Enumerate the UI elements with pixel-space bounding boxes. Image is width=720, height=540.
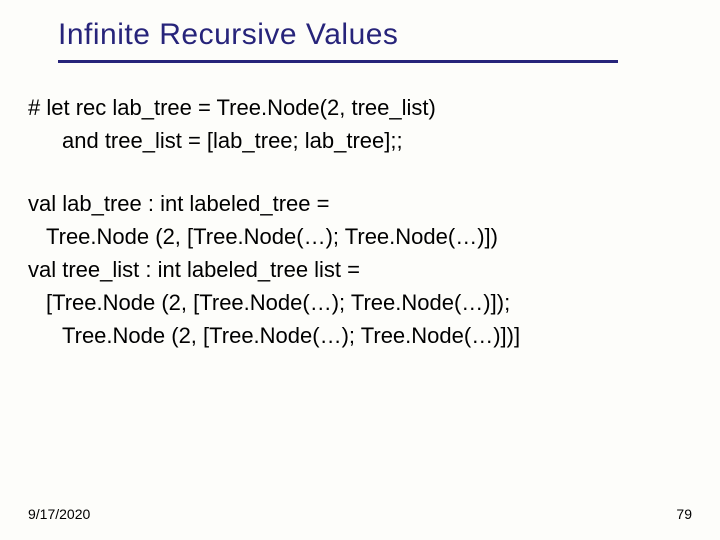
output-line-4: [Tree.Node (2, [Tree.Node(…); Tree.Node(… (28, 286, 690, 319)
code-line-1: # let rec lab_tree = Tree.Node(2, tree_l… (28, 91, 690, 124)
output-line-2: Tree.Node (2, [Tree.Node(…); Tree.Node(…… (28, 220, 690, 253)
slide-content: # let rec lab_tree = Tree.Node(2, tree_l… (0, 63, 720, 352)
output-block: val lab_tree : int labeled_tree = Tree.N… (28, 187, 690, 352)
slide-title: Infinite Recursive Values (58, 18, 720, 52)
footer-date: 9/17/2020 (28, 506, 90, 522)
output-line-1: val lab_tree : int labeled_tree = (28, 187, 690, 220)
output-line-5: Tree.Node (2, [Tree.Node(…); Tree.Node(…… (28, 319, 690, 352)
code-block: # let rec lab_tree = Tree.Node(2, tree_l… (28, 91, 690, 157)
footer-page-number: 79 (676, 506, 692, 522)
code-line-2: and tree_list = [lab_tree; lab_tree];; (28, 124, 690, 157)
output-line-3: val tree_list : int labeled_tree list = (28, 253, 690, 286)
footer: 9/17/2020 79 (28, 506, 692, 522)
